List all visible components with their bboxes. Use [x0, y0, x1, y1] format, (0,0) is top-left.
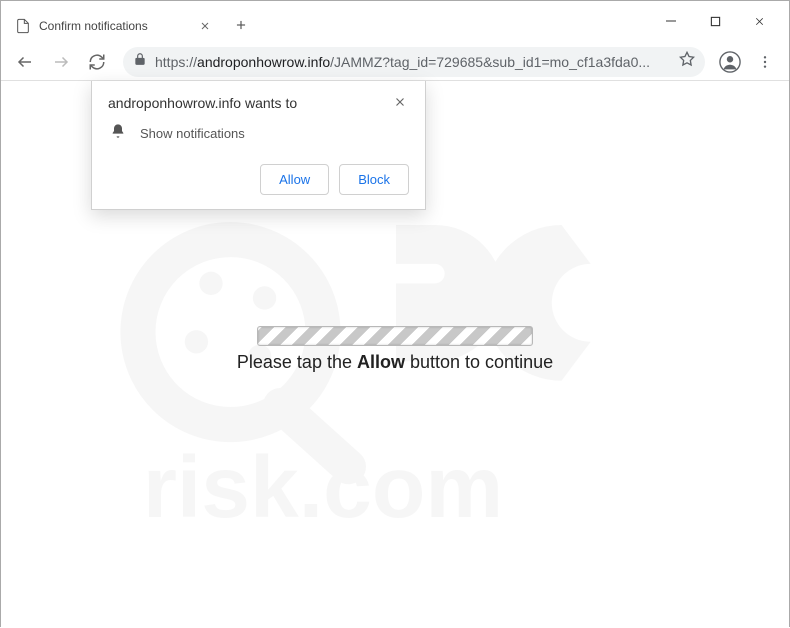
- minimize-button[interactable]: [649, 5, 693, 37]
- progress-bar: [257, 326, 533, 346]
- window-controls: [649, 1, 789, 41]
- bell-icon: [110, 123, 126, 144]
- url-protocol: https://: [155, 54, 197, 70]
- instruction-prefix: Please tap the: [237, 352, 357, 372]
- toolbar: https://androponhowrow.info/JAMMZ?tag_id…: [1, 43, 789, 81]
- permission-dialog: androponhowrow.info wants to Show notifi…: [91, 81, 426, 210]
- maximize-button[interactable]: [693, 5, 737, 37]
- viewport: risk.com androponhowrow.info wants to Sh…: [1, 81, 789, 628]
- close-window-button[interactable]: [737, 5, 781, 37]
- kebab-menu-icon[interactable]: [749, 46, 781, 78]
- page-icon: [15, 18, 31, 34]
- url-text: https://androponhowrow.info/JAMMZ?tag_id…: [155, 54, 679, 70]
- close-icon[interactable]: [393, 95, 409, 111]
- instruction-text: Please tap the Allow button to continue: [237, 352, 553, 373]
- instruction-suffix: button to continue: [405, 352, 553, 372]
- allow-button[interactable]: Allow: [260, 164, 329, 195]
- permission-text: Show notifications: [140, 126, 245, 141]
- bookmark-star-icon[interactable]: [679, 51, 695, 72]
- browser-tab[interactable]: Confirm notifications: [1, 9, 221, 43]
- back-button[interactable]: [9, 46, 41, 78]
- titlebar: Confirm notifications: [1, 1, 789, 43]
- page-content: Please tap the Allow button to continue: [1, 326, 789, 373]
- new-tab-button[interactable]: [227, 11, 255, 39]
- url-path: /JAMMZ?tag_id=729685&sub_id1=mo_cf1a3fda…: [330, 54, 650, 70]
- permission-dialog-title: androponhowrow.info wants to: [108, 95, 393, 111]
- lock-icon: [133, 52, 147, 71]
- svg-text:risk.com: risk.com: [143, 438, 503, 536]
- tab-close-icon[interactable]: [199, 19, 213, 33]
- address-bar[interactable]: https://androponhowrow.info/JAMMZ?tag_id…: [123, 47, 705, 77]
- url-domain: androponhowrow.info: [197, 54, 330, 70]
- instruction-strong: Allow: [357, 352, 405, 372]
- tab-title: Confirm notifications: [39, 19, 199, 33]
- forward-button[interactable]: [45, 46, 77, 78]
- profile-avatar-icon[interactable]: [717, 49, 743, 75]
- block-button[interactable]: Block: [339, 164, 409, 195]
- reload-button[interactable]: [81, 46, 113, 78]
